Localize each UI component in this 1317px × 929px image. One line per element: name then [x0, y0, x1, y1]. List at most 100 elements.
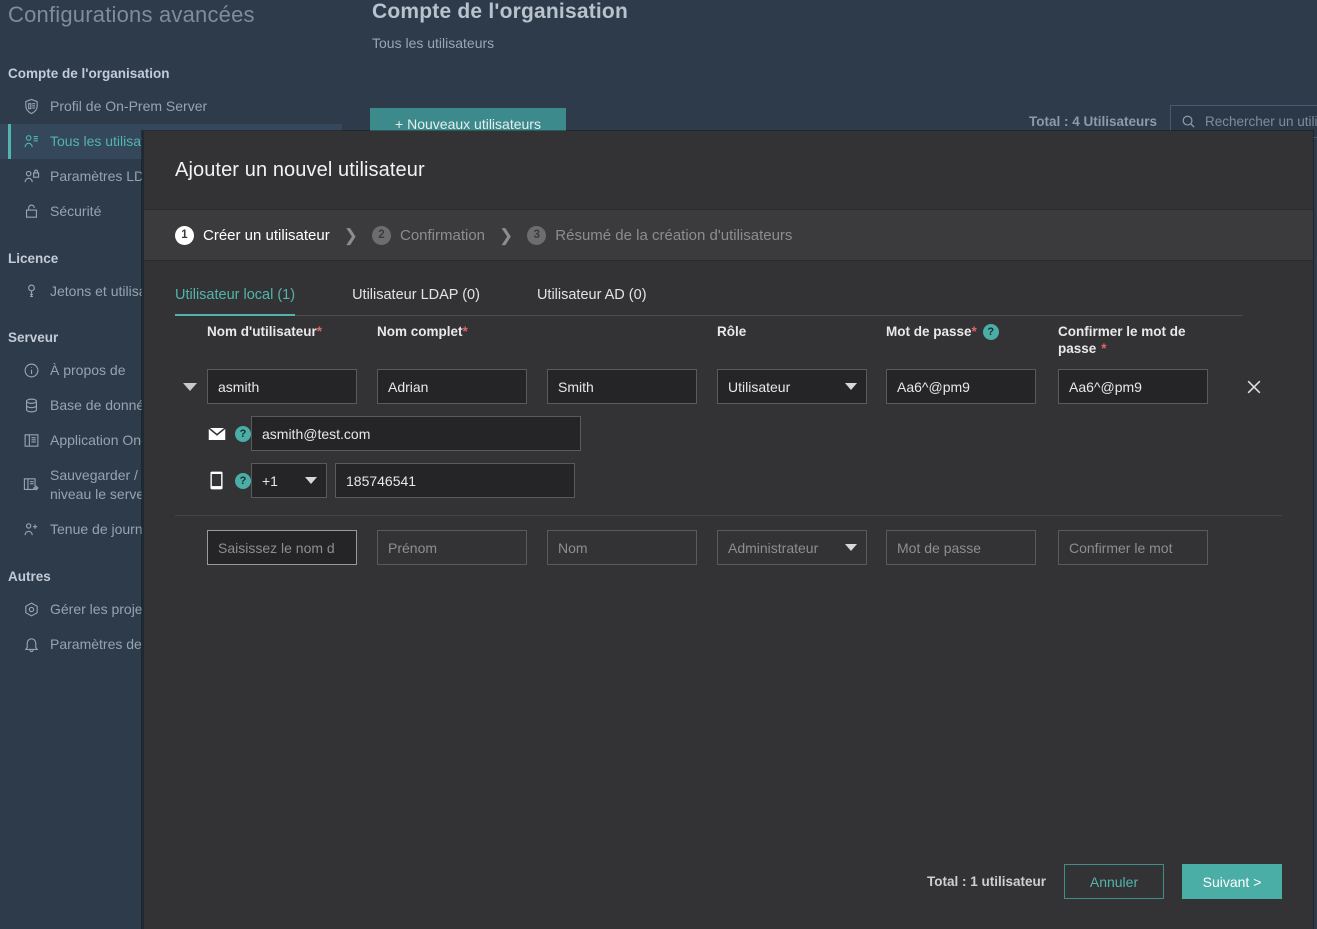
- page-title: Compte de l'organisation: [372, 0, 628, 23]
- role-select-empty[interactable]: Administrateur: [717, 530, 867, 565]
- step-confirmation[interactable]: 2 Confirmation: [371, 225, 486, 245]
- step-label: Confirmation: [399, 226, 486, 244]
- confirm-password-field-empty[interactable]: Confirmer le mot: [1058, 530, 1208, 565]
- page-subtitle: Tous les utilisateurs: [372, 35, 495, 51]
- application-icon: [22, 432, 40, 450]
- database-icon: [22, 397, 40, 415]
- role-select-value: Utilisateur: [728, 378, 791, 395]
- backup-upgrade-icon: [22, 475, 40, 493]
- cell-password-empty: Mot de passe: [886, 530, 1058, 565]
- cell-password: Aa6^@pm9: [886, 369, 1058, 404]
- envelope-icon: [207, 424, 226, 443]
- cell-role-empty: Administrateur: [717, 530, 886, 565]
- email-field[interactable]: asmith@test.com: [251, 416, 581, 451]
- cell-role: Utilisateur: [717, 369, 886, 404]
- role-select[interactable]: Utilisateur: [717, 369, 867, 404]
- add-user-modal: Ajouter un nouvel utilisateur 1 Créer un…: [142, 131, 1313, 929]
- user-lock-icon: [22, 167, 40, 185]
- email-row: ? asmith@test.com: [175, 416, 1282, 451]
- password-field-empty[interactable]: Mot de passe: [886, 530, 1036, 565]
- remove-row-button[interactable]: [1243, 376, 1265, 398]
- role-select-placeholder: Administrateur: [728, 539, 819, 556]
- tab-ad-user[interactable]: Utilisateur AD (0): [537, 287, 647, 316]
- page-header: Compte de l'organisation Tous les utilis…: [372, 0, 628, 51]
- email-help-icon[interactable]: ?: [235, 425, 251, 442]
- last-name-field[interactable]: Smith: [547, 369, 697, 404]
- projects-icon: [22, 600, 40, 618]
- step-separator-icon: ❯: [499, 225, 514, 245]
- email-row-icons: ?: [175, 424, 251, 443]
- required-asterisk: *: [1101, 340, 1107, 356]
- phone-field[interactable]: 185746541: [335, 463, 575, 498]
- chevron-down-icon: [845, 383, 857, 390]
- log-icon: [22, 520, 40, 538]
- expand-row-toggle[interactable]: [175, 382, 207, 391]
- step-summary[interactable]: 3 Résumé de la création d'utilisateurs: [527, 225, 793, 245]
- user-type-tabs: Utilisateur local (1) Utilisateur LDAP (…: [144, 261, 1313, 316]
- tab-local-user[interactable]: Utilisateur local (1): [175, 287, 296, 316]
- mobile-glyph: [210, 471, 223, 490]
- cell-first-name: Adrian: [377, 369, 547, 404]
- last-name-field-empty[interactable]: Nom: [547, 530, 697, 565]
- close-icon: [1247, 380, 1261, 393]
- sidebar-item-label: Gérer les projets: [50, 600, 154, 617]
- chevron-down-icon: [183, 382, 197, 391]
- step-number: 3: [527, 225, 547, 245]
- password-help-icon[interactable]: ?: [982, 324, 999, 341]
- bell-icon: [22, 635, 40, 653]
- cell-username: asmith: [207, 369, 377, 404]
- phone-help-icon[interactable]: ?: [235, 472, 251, 489]
- column-header-role: Rôle: [717, 324, 747, 339]
- cell-last-name-empty: Nom: [547, 530, 717, 565]
- sidebar-title: Configurations avancées: [8, 2, 255, 27]
- cell-confirm-password: Aa6^@pm9: [1058, 369, 1208, 404]
- username-field[interactable]: asmith: [207, 369, 357, 404]
- info-icon: [22, 362, 40, 380]
- total-users-count: Total : 4 Utilisateurs: [1028, 114, 1157, 129]
- column-header-fullname: Nom complet*: [377, 324, 468, 339]
- modal-title: Ajouter un nouvel utilisateur: [175, 158, 425, 181]
- cell-first-name-empty: Prénom: [377, 530, 547, 565]
- first-name-field-empty[interactable]: Prénom: [377, 530, 527, 565]
- first-name-field[interactable]: Adrian: [377, 369, 527, 404]
- mobile-phone-icon: [207, 471, 226, 490]
- user-row-empty: Saisissez le nom d Prénom Nom Administra…: [175, 530, 1282, 565]
- envelope-glyph: [207, 426, 226, 440]
- wizard-steps: 1 Créer un utilisateur ❯ 2 Confirmation …: [144, 209, 1313, 261]
- search-icon: [1181, 114, 1196, 129]
- chevron-down-icon: [845, 544, 857, 551]
- key-icon: [22, 282, 40, 300]
- required-asterisk: *: [316, 324, 322, 339]
- cell-last-name: Smith: [547, 369, 717, 404]
- sidebar-item-server-profile[interactable]: Profil de On-Prem Server: [0, 89, 342, 124]
- step-number: 1: [175, 225, 194, 245]
- password-field[interactable]: Aa6^@pm9: [886, 369, 1036, 404]
- step-label: Créer un utilisateur: [203, 226, 330, 244]
- row-divider: [175, 515, 1282, 516]
- footer-total-count: Total : 1 utilisateur: [926, 874, 1046, 889]
- confirm-password-field[interactable]: Aa6^@pm9: [1058, 369, 1208, 404]
- tab-ldap-user[interactable]: Utilisateur LDAP (0): [352, 287, 480, 316]
- next-button[interactable]: Suivant >: [1182, 864, 1282, 899]
- required-asterisk: *: [971, 324, 977, 339]
- sidebar-group-organization: Compte de l'organisation: [8, 66, 170, 81]
- user-form: Nom d'utilisateur* Nom complet* Rôle Mot…: [144, 316, 1313, 929]
- server-profile-icon: [22, 97, 40, 115]
- column-header-password: Mot de passe*?: [886, 324, 1058, 341]
- cell-confirm-password-empty: Confirmer le mot: [1058, 530, 1208, 565]
- step-number: 2: [371, 225, 391, 245]
- country-code-value: +1: [262, 472, 278, 489]
- required-asterisk: *: [462, 324, 468, 339]
- username-field-empty[interactable]: Saisissez le nom d: [207, 530, 357, 565]
- country-code-select[interactable]: +1: [251, 463, 327, 498]
- users-icon: [22, 132, 40, 150]
- search-placeholder: Rechercher un utilisateur: [1205, 114, 1317, 129]
- column-header-username: Nom d'utilisateur*: [207, 324, 322, 339]
- step-label: Résumé de la création d'utilisateurs: [555, 226, 793, 244]
- step-create-user[interactable]: 1 Créer un utilisateur: [175, 225, 330, 245]
- cancel-button[interactable]: Annuler: [1064, 864, 1164, 899]
- phone-row-icons: ?: [175, 471, 251, 490]
- phone-row: ? +1 185746541: [175, 463, 1282, 498]
- step-separator-icon: ❯: [343, 225, 358, 245]
- user-row-filled: asmith Adrian Smith Utilisateur Aa6^@pm9: [175, 369, 1282, 404]
